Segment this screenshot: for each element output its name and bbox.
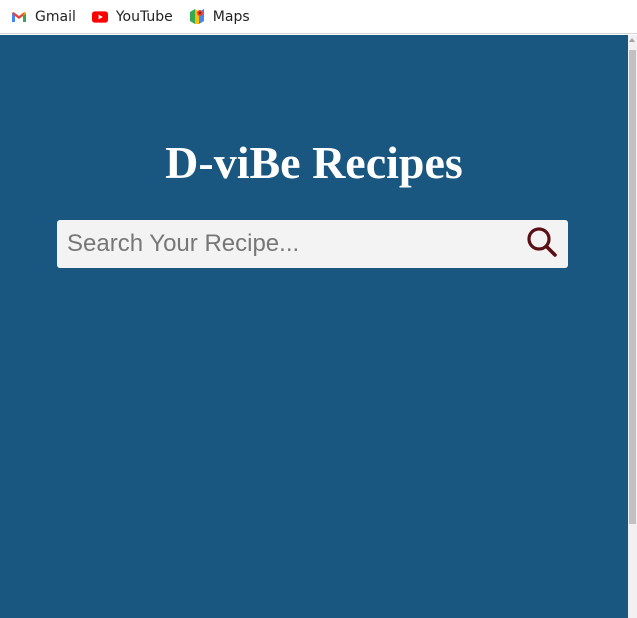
scrollbar[interactable] [628,35,637,618]
search-icon [526,226,558,263]
bookmark-gmail-label: Gmail [35,8,76,25]
gmail-icon [11,9,27,25]
maps-icon [189,9,205,25]
scroll-up-icon[interactable] [629,38,635,42]
bookmark-youtube[interactable]: YouTube [91,8,173,25]
bookmark-youtube-label: YouTube [115,8,173,25]
bookmark-maps-label: Maps [212,8,250,25]
page-title: D-viBe Recipes [165,137,463,188]
search-box [57,219,568,269]
bookmark-gmail[interactable]: Gmail [11,9,76,25]
bookmark-maps[interactable]: Maps [189,9,250,25]
scrollbar-thumb[interactable] [629,50,636,524]
search-input[interactable] [57,219,516,269]
bookmarks-bar: Gmail YouTube Maps [0,0,637,34]
page-content: D-viBe Recipes [0,35,628,618]
youtube-icon [91,9,108,25]
search-button[interactable] [516,220,568,268]
